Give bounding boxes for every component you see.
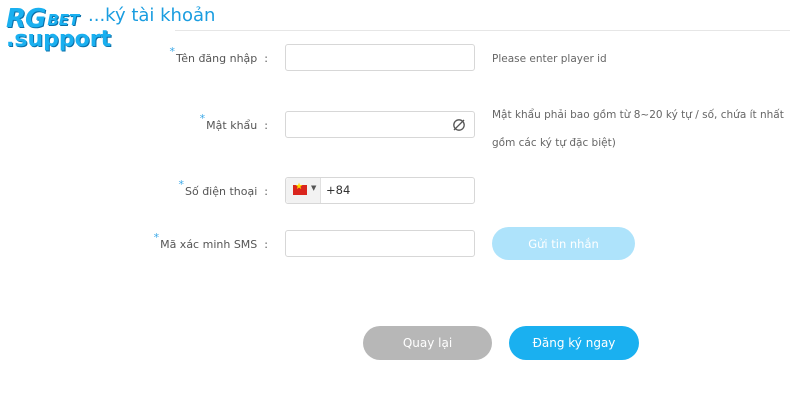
required-star: * xyxy=(153,231,160,244)
password-hint-line2: gồm các ký tự đặc biệt) xyxy=(492,137,616,149)
phone-label: *Số điện thoại : xyxy=(178,178,268,198)
required-star: * xyxy=(169,45,176,58)
username-label: *Tên đăng nhập : xyxy=(169,45,268,65)
vietnam-flag-icon: ★ xyxy=(293,182,307,195)
password-label: *Mật khẩu : xyxy=(199,112,268,132)
phone-country-code: +84 xyxy=(326,183,351,197)
send-sms-button[interactable]: Gửi tin nhắn xyxy=(492,227,635,260)
eye-off-icon[interactable] xyxy=(452,118,466,132)
password-hint: Mật khẩu phải bao gồm từ 8~20 ký tự / số… xyxy=(492,103,784,155)
sms-label: *Mã xác minh SMS : xyxy=(153,231,268,251)
required-star: * xyxy=(199,112,206,125)
back-button[interactable]: Quay lại xyxy=(363,326,492,360)
chevron-down-icon: ▼ xyxy=(311,184,317,192)
sms-code-input[interactable] xyxy=(285,230,475,257)
username-input[interactable] xyxy=(285,44,475,71)
brand-logo: RG BET .support xyxy=(6,6,111,51)
logo-support-text: .support xyxy=(6,27,112,52)
required-star: * xyxy=(178,178,184,191)
title-divider xyxy=(175,30,790,31)
phone-input[interactable]: ★ ▼ +84 xyxy=(285,177,475,204)
password-hint-line1: Mật khẩu phải bao gồm từ 8~20 ký tự / số… xyxy=(492,109,784,121)
logo-bet-text: BET xyxy=(47,11,80,29)
username-hint: Please enter player id xyxy=(492,53,607,65)
country-code-selector[interactable]: ★ ▼ xyxy=(286,178,321,203)
register-button[interactable]: Đăng ký ngay xyxy=(509,326,639,360)
password-input[interactable] xyxy=(285,111,475,138)
